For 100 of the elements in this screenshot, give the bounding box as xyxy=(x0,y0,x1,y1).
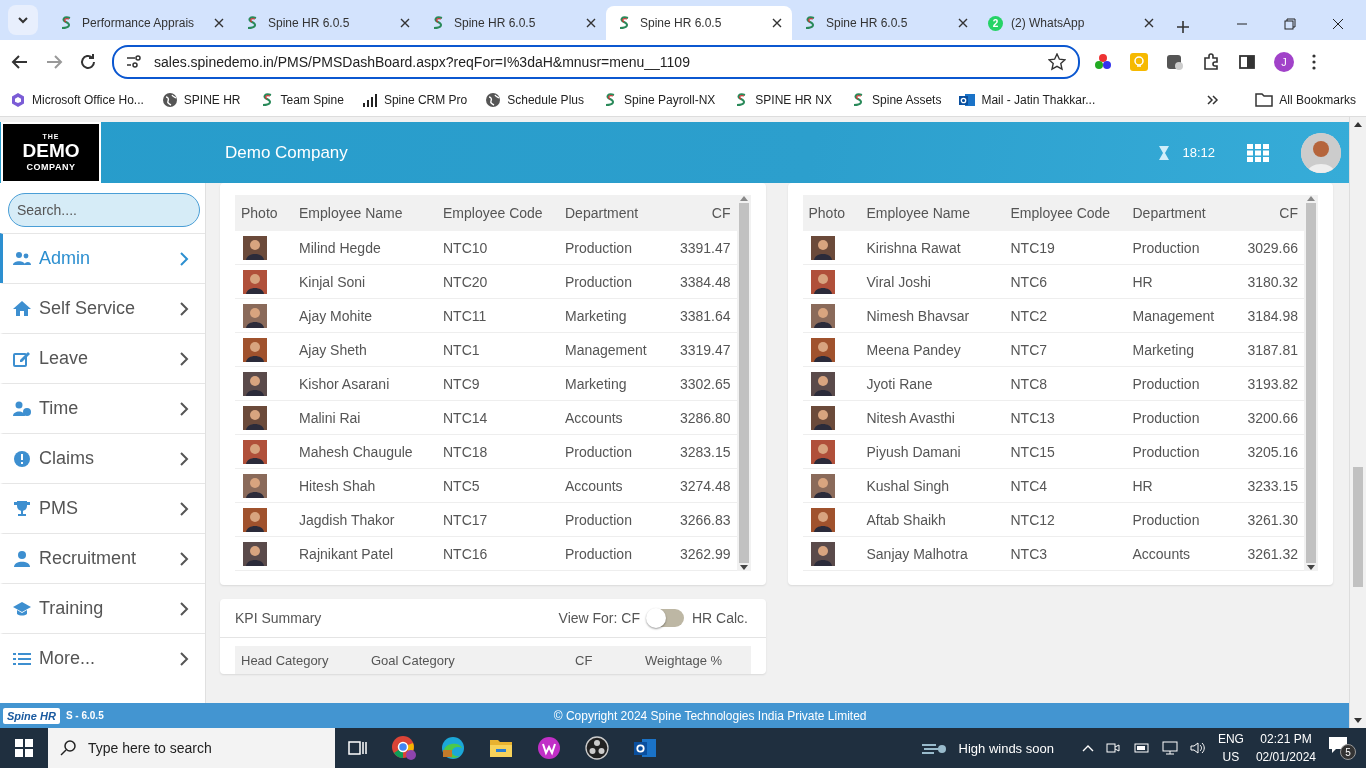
bookmark-link[interactable]: Mail - Jatin Thakkar... xyxy=(959,92,1096,108)
table-cell-text: NTC18 xyxy=(442,443,489,460)
close-icon[interactable] xyxy=(958,18,968,28)
browser-tab[interactable]: Spine HR 6.0.5 xyxy=(792,6,978,40)
scroll-up-icon[interactable] xyxy=(1354,121,1362,127)
close-icon[interactable] xyxy=(1144,18,1154,28)
menu-icon[interactable] xyxy=(1312,54,1316,70)
bookmark-link[interactable]: Spine Payroll-NX xyxy=(601,92,716,108)
scroll-down-icon[interactable] xyxy=(1354,718,1362,724)
table-cell-text: NTC3 xyxy=(1009,545,1049,562)
users-icon xyxy=(13,249,31,268)
menu-item[interactable]: PMS xyxy=(0,483,205,533)
tab-search-button[interactable] xyxy=(8,5,38,35)
column-header: Employee Code xyxy=(1009,205,1112,221)
browser-tab[interactable]: Performance Apprais xyxy=(48,6,234,40)
chrome-icon[interactable] xyxy=(391,735,417,761)
scrollbar[interactable] xyxy=(1304,195,1318,571)
table-cell-text: Management xyxy=(564,341,648,358)
menu-item[interactable]: More... xyxy=(0,633,205,683)
battery-icon[interactable] xyxy=(1131,742,1150,754)
browser-tab[interactable]: Spine HR 6.0.5 xyxy=(234,6,420,40)
site-settings-icon[interactable] xyxy=(126,55,142,69)
notification-button[interactable]: 5 xyxy=(1328,736,1356,760)
camera-icon[interactable] xyxy=(1105,741,1120,755)
restore-icon[interactable] xyxy=(1284,18,1296,30)
table-cell-text: Marketing xyxy=(564,375,628,392)
table-cell-text: Milind Hegde xyxy=(298,239,382,256)
windows-start-icon[interactable] xyxy=(15,739,33,757)
table-cell-text: Rajnikant Patel xyxy=(298,545,395,562)
language-indicator[interactable]: ENG US xyxy=(1217,730,1244,766)
browser-tab[interactable]: 2 (2) WhatsApp xyxy=(978,6,1164,40)
new-tab-icon[interactable] xyxy=(1176,20,1190,34)
table-cell-text: Production xyxy=(564,511,633,528)
close-icon[interactable] xyxy=(400,18,410,28)
chevrons-icon[interactable] xyxy=(1207,95,1220,105)
bookmark-link[interactable]: SPINE HR xyxy=(161,92,241,108)
table-cell-text: Production xyxy=(564,443,633,460)
extension-icon[interactable] xyxy=(1166,53,1184,71)
chevron-up-icon[interactable] xyxy=(1081,744,1094,752)
clock[interactable]: 02:21 PM 02/01/2024 xyxy=(1255,730,1316,766)
profile-button[interactable]: J xyxy=(1274,52,1294,72)
task-view-icon[interactable] xyxy=(347,738,367,758)
scroll-down-icon[interactable] xyxy=(739,565,748,571)
outlook-icon[interactable] xyxy=(633,736,657,760)
bookmark-link[interactable]: SPINE HR NX xyxy=(733,92,833,108)
obs-icon[interactable] xyxy=(585,736,609,760)
bookmark-link[interactable]: Schedule Plus xyxy=(485,92,584,108)
close-icon[interactable] xyxy=(214,18,224,28)
table-cell-text: 3261.32 xyxy=(1246,545,1299,562)
bar-chart-icon xyxy=(361,92,378,108)
address-bar[interactable]: sales.spinedemo.in/PMS/PMSDashBoard.aspx?reqFor=I%3daH&mnusr=menu__1109 xyxy=(112,45,1080,79)
puzzle-icon[interactable] xyxy=(1202,53,1220,71)
chevron-right-icon xyxy=(179,450,189,467)
weather-text[interactable]: High winds soon xyxy=(958,740,1054,756)
column-header: Head Category xyxy=(241,652,330,668)
edge-icon[interactable] xyxy=(441,736,465,760)
taskbar-search-field[interactable]: Type here to search xyxy=(48,728,335,768)
menu-item[interactable]: Recruitment xyxy=(0,533,205,583)
bookmark-link[interactable]: Team Spine xyxy=(258,92,344,108)
menu-item[interactable]: Leave xyxy=(0,333,205,383)
bookmark-link[interactable]: Spine Assets xyxy=(850,92,942,108)
reload-icon[interactable] xyxy=(78,52,98,72)
scroll-down-icon[interactable] xyxy=(1307,565,1315,571)
wps-icon[interactable] xyxy=(537,736,561,760)
user-avatar[interactable] xyxy=(1301,132,1341,173)
page-scrollbar[interactable] xyxy=(1349,117,1366,728)
table-cell-text: Production xyxy=(1131,409,1201,426)
menu-item[interactable]: Claims xyxy=(0,433,205,483)
card-title: KPI Summary xyxy=(235,610,323,626)
scrollbar[interactable] xyxy=(736,195,751,571)
menu-item[interactable]: Admin xyxy=(0,233,205,283)
bookmark-link[interactable]: Microsoft Office Ho... xyxy=(10,92,144,108)
whatsapp-badge: 2 xyxy=(988,15,1003,31)
browser-tab[interactable]: Spine HR 6.0.5 xyxy=(606,6,792,40)
scrollbar-thumb[interactable] xyxy=(1353,467,1363,587)
menu-item[interactable]: Training xyxy=(0,583,205,633)
table-cell-text: 3274.48 xyxy=(678,477,732,494)
color-dots-icon[interactable] xyxy=(1094,53,1112,71)
app-grid-icon[interactable] xyxy=(1247,143,1269,162)
globe-icon xyxy=(485,92,502,108)
table-cell-text: 3205.16 xyxy=(1246,443,1299,460)
volume-icon[interactable] xyxy=(1189,741,1206,755)
network-icon[interactable] xyxy=(1161,741,1178,755)
menu-item[interactable]: Self Service xyxy=(0,283,205,333)
table-cell-text: Ajay Sheth xyxy=(298,341,368,358)
side-panel-icon[interactable] xyxy=(1238,53,1256,71)
close-icon[interactable] xyxy=(772,18,782,28)
table-cell-text: Nitesh Avasthi xyxy=(865,409,956,426)
browser-tab[interactable]: Spine HR 6.0.5 xyxy=(420,6,606,40)
close-icon[interactable] xyxy=(1332,18,1344,30)
star-icon[interactable] xyxy=(1048,53,1066,71)
search-field[interactable]: Search.... xyxy=(8,193,200,227)
all-bookmarks-link[interactable]: All Bookmarks xyxy=(1255,93,1356,107)
version-label: S - 6.0.5 xyxy=(65,710,104,721)
employee-avatar xyxy=(810,303,835,328)
close-icon[interactable] xyxy=(586,18,596,28)
bookmark-link[interactable]: Spine CRM Pro xyxy=(361,92,468,108)
menu-item[interactable]: Time xyxy=(0,383,205,433)
table-cell-text: 3184.98 xyxy=(1246,307,1299,324)
view-toggle[interactable] xyxy=(648,609,684,627)
